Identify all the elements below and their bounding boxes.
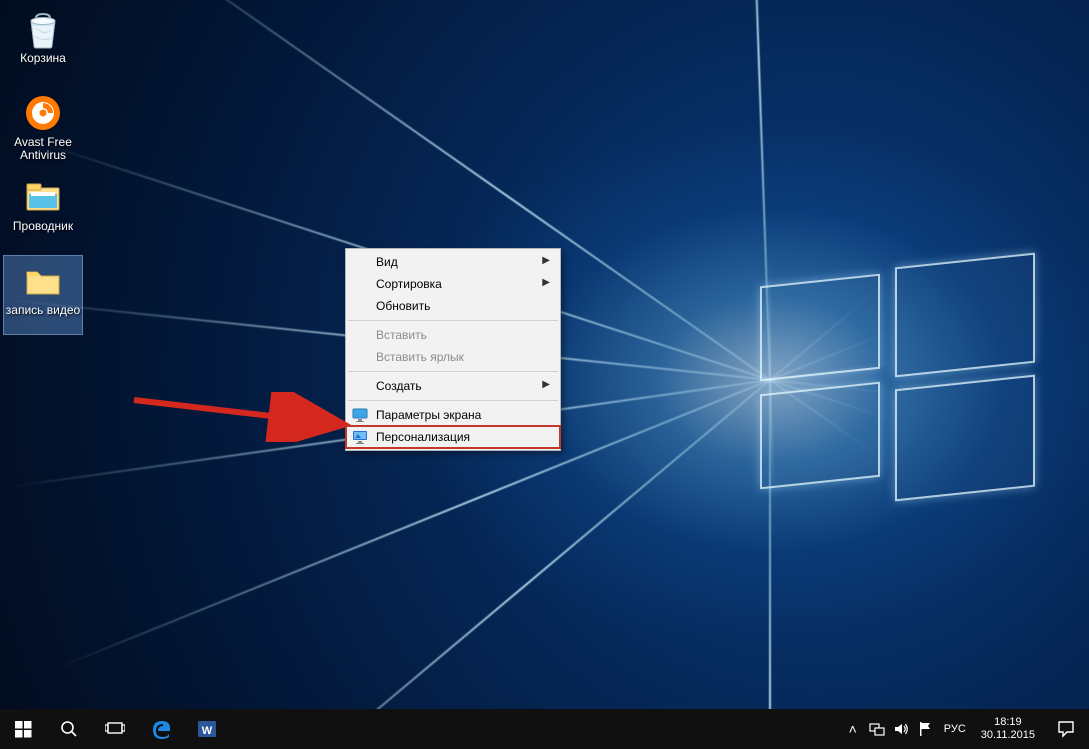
ctx-item-label: Вставить (376, 328, 427, 342)
desktop-icon-label: Avast Free Antivirus (4, 136, 82, 162)
ctx-item-new[interactable]: Создать ▶ (346, 375, 560, 397)
display-settings-icon (352, 407, 368, 423)
notification-icon (1057, 720, 1075, 738)
ctx-item-label: Вставить ярлык (376, 350, 464, 364)
file-explorer-icon (20, 176, 66, 218)
ctx-separator (348, 371, 558, 372)
ctx-item-label: Сортировка (376, 277, 442, 291)
taskbar-right: ˄ РУС 18:19 30.11.2015 (841, 709, 1089, 749)
ctx-separator (348, 400, 558, 401)
taskbar-app-edge[interactable] (138, 709, 184, 749)
tray-network[interactable] (865, 709, 889, 749)
recycle-bin-icon (20, 8, 66, 50)
taskbar: W ˄ РУС (0, 709, 1089, 749)
ctx-item-paste: Вставить (346, 324, 560, 346)
ctx-item-label: Параметры экрана (376, 408, 481, 422)
edge-icon (150, 718, 172, 740)
desktop-icon-folder[interactable]: запись видео (4, 256, 82, 334)
task-view-button[interactable] (92, 709, 138, 749)
language-label: РУС (944, 723, 966, 735)
desktop-context-menu: Вид ▶ Сортировка ▶ Обновить Вставить Вст… (345, 248, 561, 451)
ctx-item-sort[interactable]: Сортировка ▶ (346, 273, 560, 295)
taskbar-left: W (0, 709, 230, 749)
tray-language[interactable]: РУС (937, 709, 973, 749)
flag-icon (918, 721, 932, 737)
chevron-up-icon: ˄ (849, 721, 857, 737)
desktop-icon-avast[interactable]: Avast Free Antivirus (4, 88, 82, 166)
tray-security[interactable] (913, 709, 937, 749)
network-icon (869, 721, 885, 737)
desktop-icon-label: Проводник (13, 220, 73, 233)
folder-icon (20, 260, 66, 302)
personalize-icon (352, 429, 368, 445)
desktop[interactable]: Корзина Avast Free Antivirus (0, 0, 1089, 709)
windows-logo-wallpaper (760, 260, 1040, 500)
avast-icon (20, 92, 66, 134)
word-icon: W (197, 719, 217, 739)
ctx-item-display-settings[interactable]: Параметры экрана (346, 404, 560, 426)
submenu-arrow-icon: ▶ (542, 379, 550, 390)
speaker-icon (893, 721, 909, 737)
ctx-separator (348, 320, 558, 321)
tray-clock[interactable]: 18:19 30.11.2015 (973, 709, 1043, 749)
svg-text:W: W (202, 725, 213, 737)
action-center-button[interactable] (1043, 709, 1089, 749)
desktop-icon-label: запись видео (6, 304, 80, 317)
submenu-arrow-icon: ▶ (542, 277, 550, 288)
search-button[interactable] (46, 709, 92, 749)
ctx-item-label: Создать (376, 379, 422, 393)
ctx-item-label: Вид (376, 255, 398, 269)
start-button[interactable] (0, 709, 46, 749)
desktop-icon-label: Корзина (20, 52, 66, 65)
taskbar-app-word[interactable]: W (184, 709, 230, 749)
ctx-item-personalize[interactable]: Персонализация (346, 426, 560, 448)
ctx-item-paste-shortcut: Вставить ярлык (346, 346, 560, 368)
search-icon (60, 720, 78, 738)
ctx-item-label: Обновить (376, 299, 430, 313)
annotation-arrow (130, 392, 360, 442)
tray-volume[interactable] (889, 709, 913, 749)
clock-time: 18:19 (994, 716, 1022, 729)
windows-logo-icon (15, 721, 32, 738)
ctx-item-refresh[interactable]: Обновить (346, 295, 560, 317)
ctx-item-label: Персонализация (376, 430, 470, 444)
desktop-icons: Корзина Avast Free Antivirus (0, 2, 84, 340)
task-view-icon (105, 721, 125, 737)
clock-date: 30.11.2015 (981, 729, 1035, 742)
ctx-item-view[interactable]: Вид ▶ (346, 251, 560, 273)
tray-chevron[interactable]: ˄ (841, 709, 865, 749)
desktop-icon-explorer[interactable]: Проводник (4, 172, 82, 250)
desktop-icon-recycle-bin[interactable]: Корзина (4, 4, 82, 82)
submenu-arrow-icon: ▶ (542, 255, 550, 266)
